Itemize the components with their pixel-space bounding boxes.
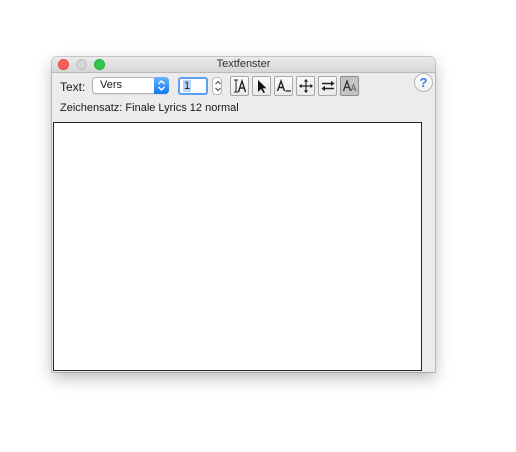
select-arrows-icon (154, 77, 169, 94)
title-bar[interactable]: Textfenster (52, 57, 435, 73)
window-title: Textfenster (216, 58, 271, 70)
move-tool-button[interactable] (296, 76, 315, 96)
verse-number-stepper[interactable] (212, 77, 222, 95)
text-type-value: Vers (100, 79, 123, 91)
text-window: Textfenster Text: Vers 1 ? Zeichensatz: … (52, 57, 435, 372)
text-editor-area[interactable] (53, 122, 422, 371)
select-tool-button[interactable] (252, 76, 271, 96)
text-type-label: Text: (60, 80, 86, 94)
font-size-tool-button[interactable] (340, 76, 359, 96)
text-type-select[interactable]: Vers (92, 77, 169, 94)
verse-number-input[interactable]: 1 (178, 77, 208, 95)
swap-tool-button[interactable] (318, 76, 337, 96)
text-cursor-tool-button[interactable] (230, 76, 249, 96)
help-button[interactable]: ? (414, 73, 433, 92)
baseline-tool-button[interactable] (274, 76, 293, 96)
charset-info: Zeichensatz: Finale Lyrics 12 normal (60, 102, 239, 114)
verse-number-value: 1 (183, 80, 192, 92)
